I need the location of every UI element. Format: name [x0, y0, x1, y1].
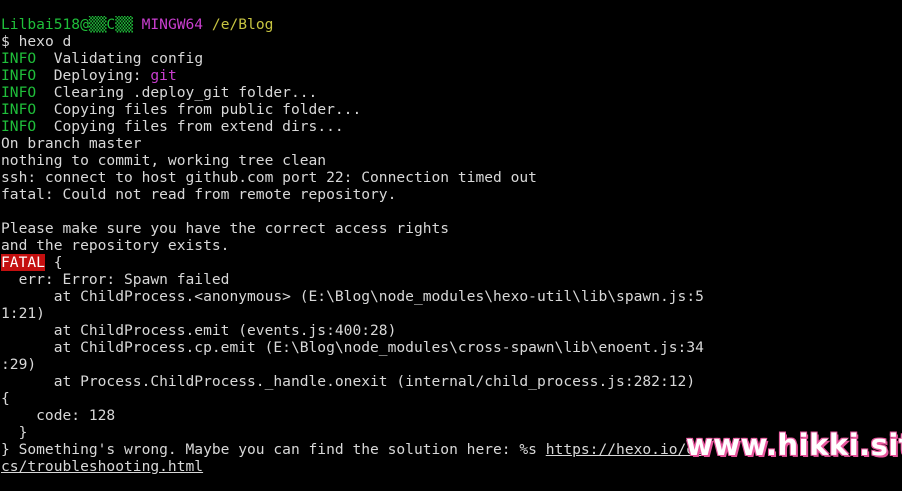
info-level: INFO [1, 50, 37, 67]
info-line: INFO Clearing .deploy_git folder... [1, 84, 901, 101]
info-text: Clearing .deploy_git folder... [53, 84, 318, 101]
info-text: Deploying: [53, 67, 151, 84]
prompt-line: Lilbai518@▒▒C▒▒ MINGW64 /e/Blog [1, 16, 901, 33]
command-text: hexo d [18, 33, 72, 50]
output-line: nothing to commit, working tree clean [1, 152, 327, 169]
prompt-symbol: $ [1, 33, 10, 50]
command-line: $ hexo d [1, 33, 901, 50]
stack-line: at Process.ChildProcess._handle.onexit (… [1, 373, 696, 390]
info-level: INFO [1, 118, 37, 135]
info-text: Copying files from public folder... [53, 101, 362, 118]
output-line: Please make sure you have the correct ac… [1, 220, 450, 237]
deploy-type: git [150, 67, 177, 84]
info-line: INFO Copying files from extend dirs... [1, 118, 901, 135]
output-line: ssh: connect to host github.com port 22:… [1, 169, 537, 186]
stack-line: at ChildProcess.<anonymous> (E:\Blog\nod… [1, 288, 704, 305]
fatal-line: FATAL { [1, 254, 901, 271]
troubleshooting-link-continued[interactable]: cs/troubleshooting.html [1, 458, 203, 475]
info-line: INFO Deploying: git [1, 67, 901, 84]
stack-line: 1:21) [1, 305, 45, 322]
troubleshooting-link[interactable]: https://hexo.io/do [546, 441, 704, 458]
stack-line: at ChildProcess.cp.emit (E:\Blog\node_mo… [1, 339, 704, 356]
info-level: INFO [1, 84, 37, 101]
info-level: INFO [1, 101, 37, 118]
output-line: and the repository exists. [1, 237, 230, 254]
current-path: /e/Blog [211, 16, 274, 33]
stack-line: { [1, 390, 10, 407]
stack-line: at ChildProcess.emit (events.js:400:28) [1, 322, 397, 339]
fatal-open-brace: { [44, 254, 63, 271]
info-text: Validating config [53, 50, 204, 67]
troubleshooting-text: } Something's wrong. Maybe you can find … [1, 441, 546, 458]
site-watermark: www.hikki.site [686, 428, 902, 462]
fatal-badge: FATAL [1, 254, 45, 271]
info-level: INFO [1, 67, 37, 84]
shell-name: MINGW64 [141, 16, 204, 33]
info-line: INFO Validating config [1, 50, 901, 67]
stack-line: :29) [1, 356, 37, 373]
error-line: err: Error: Spawn failed [1, 271, 230, 288]
info-line: INFO Copying files from public folder... [1, 101, 901, 118]
stack-line: code: 128 [1, 407, 116, 424]
terminal-window[interactable]: Lilbai518@▒▒C▒▒ MINGW64 /e/Blog $ hexo d… [1, 16, 901, 475]
user-host: Lilbai518@▒▒C▒▒ [1, 16, 133, 33]
output-line: fatal: Could not read from remote reposi… [1, 186, 397, 203]
output-line: On branch master [1, 135, 142, 152]
info-text: Copying files from extend dirs... [53, 118, 344, 135]
